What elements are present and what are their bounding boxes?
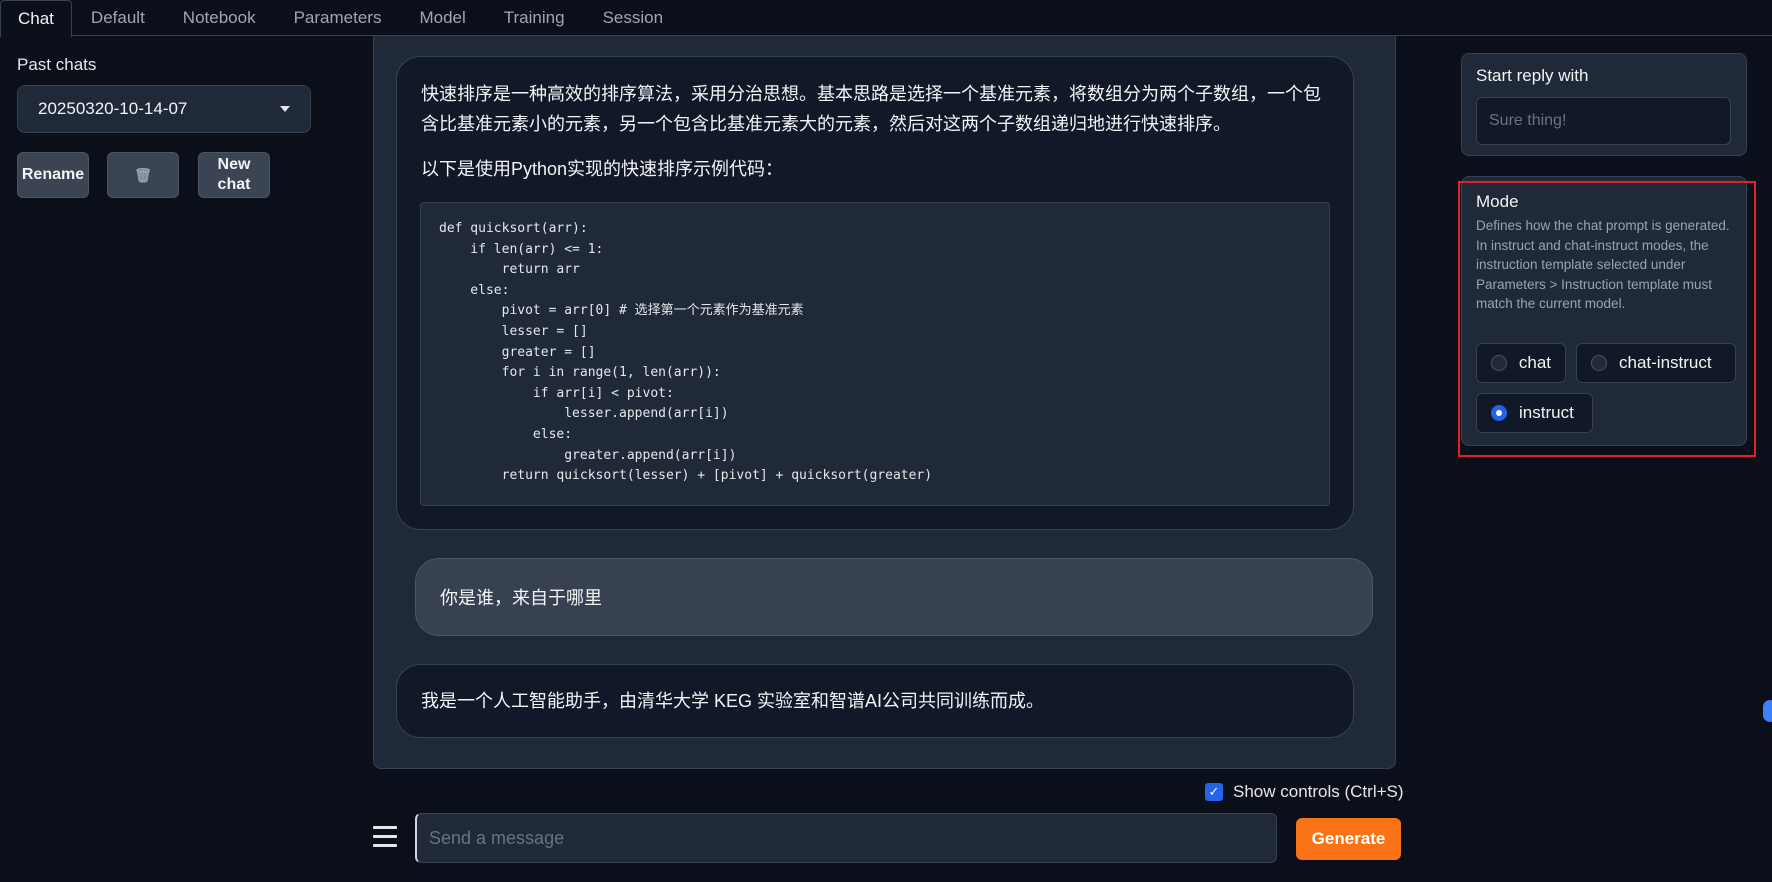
menu-icon[interactable] (373, 826, 397, 853)
mode-label: chat (1518, 353, 1551, 372)
chevron-down-icon (280, 106, 290, 112)
selected-chat-value: 20250320-10-14-07 (38, 99, 188, 118)
mode-radio-chat[interactable]: chat (1476, 343, 1566, 383)
past-chats-dropdown[interactable]: 20250320-10-14-07 (17, 85, 311, 133)
trash-icon: 🗑 (134, 167, 152, 183)
bot-message-text: 我是一个人工智能助手，由清华大学 KEG 实验室和智谱AI公司共同训练而成。 (421, 691, 1045, 711)
delete-chat-button[interactable]: 🗑 (107, 152, 179, 198)
show-controls-label: Show controls (Ctrl+S) (1233, 782, 1404, 801)
radio-unchecked-icon (1591, 355, 1607, 371)
edge-handle[interactable] (1763, 700, 1772, 722)
rename-button[interactable]: Rename (17, 152, 89, 198)
show-controls-toggle[interactable]: ✓ Show controls (Ctrl+S) (1205, 782, 1404, 802)
mode-title: Mode (1476, 192, 1519, 211)
mode-label: instruct (1519, 403, 1574, 422)
tab-model[interactable]: Model (400, 0, 484, 35)
mode-radio-instruct[interactable]: instruct (1476, 393, 1593, 433)
radio-checked-icon (1491, 405, 1507, 421)
radio-unchecked-icon (1491, 355, 1507, 371)
generate-button[interactable]: Generate (1296, 818, 1401, 860)
past-chats-label: Past chats (17, 55, 97, 74)
tab-notebook[interactable]: Notebook (164, 0, 275, 35)
tab-parameters[interactable]: Parameters (275, 0, 401, 35)
bot-message-paragraph: 以下是使用Python实现的快速排序示例代码： (421, 159, 784, 179)
checkbox-checked-icon[interactable]: ✓ (1205, 783, 1223, 801)
mode-label: chat-instruct (1619, 353, 1712, 372)
tab-session[interactable]: Session (584, 0, 682, 35)
message-input[interactable] (415, 813, 1277, 863)
tab-default[interactable]: Default (72, 0, 164, 35)
tab-bar: Chat Default Notebook Parameters Model T… (0, 0, 1772, 37)
tab-chat[interactable]: Chat (0, 0, 72, 37)
start-reply-label: Start reply with (1476, 66, 1589, 85)
mode-description: Defines how the chat prompt is generated… (1476, 218, 1730, 311)
start-reply-input[interactable] (1476, 97, 1731, 145)
bot-message-paragraph: 快速排序是一种高效的排序算法，采用分治思想。基本思路是选择一个基准元素，将数组分… (421, 84, 1321, 134)
mode-radio-chat-instruct[interactable]: chat-instruct (1576, 343, 1736, 383)
user-message-text: 你是谁，来自于哪里 (440, 588, 602, 608)
code-content: def quicksort(arr): if len(arr) <= 1: re… (439, 221, 933, 484)
tab-training[interactable]: Training (485, 0, 584, 35)
new-chat-button[interactable]: New chat (198, 152, 270, 198)
